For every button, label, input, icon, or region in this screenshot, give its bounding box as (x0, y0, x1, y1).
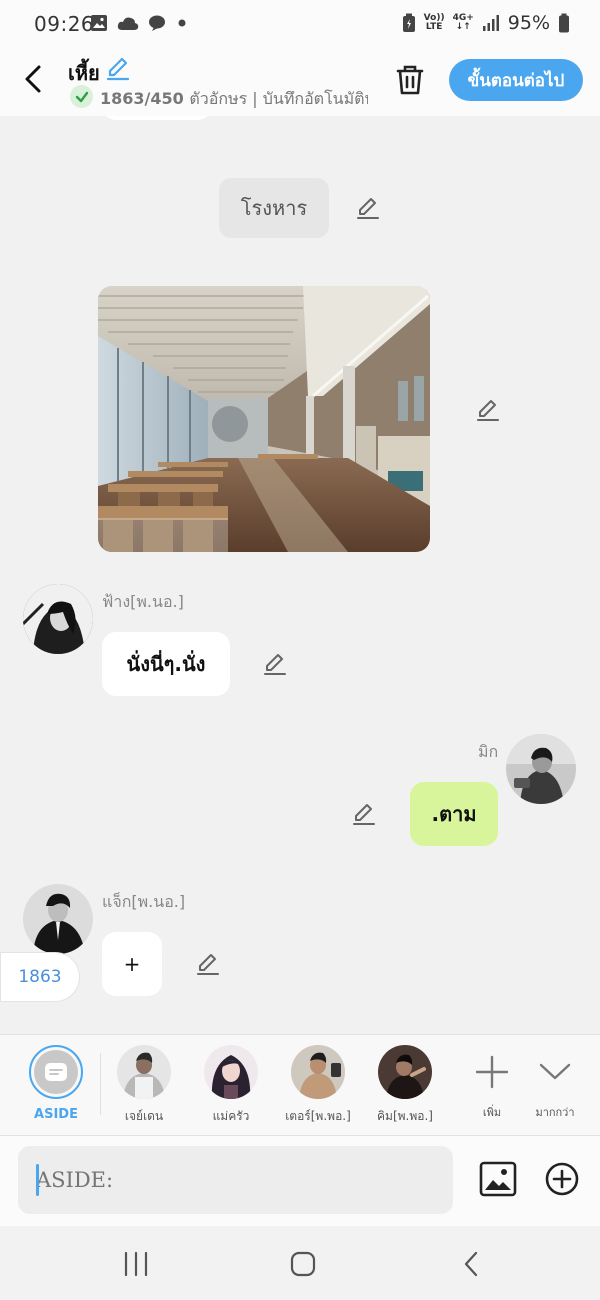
edit-pencil-icon[interactable] (354, 194, 382, 222)
cloud-icon (117, 17, 139, 30)
dot-icon (178, 19, 186, 27)
trash-icon[interactable] (392, 62, 428, 98)
more-button[interactable]: มากกว่า (515, 1045, 595, 1121)
character-count: 1863/450 ตัวอักษร | บันทึกอัตโนมัติหล (100, 87, 368, 112)
input-bar (0, 1136, 600, 1226)
character-selector: ASIDE เจย์เดน แม่ครัว เตอร์[พ.พอ.] คิม[พ… (0, 1034, 600, 1136)
count-pill[interactable]: 1863 (0, 952, 80, 1002)
sender-name: แจ็ก[พ.นอ.] (102, 892, 186, 911)
next-step-button[interactable]: ขั้นตอนต่อไป (449, 59, 583, 101)
sender-name: ฟ้าง[พ.นอ.] (102, 592, 184, 611)
autosave-status: ตัวอักษร | บันทึกอัตโนมัติหล (189, 89, 368, 108)
battery-saver-icon (402, 13, 415, 32)
edit-pencil-icon[interactable] (474, 396, 502, 424)
chevron-down-icon (539, 1063, 571, 1080)
chat-header: เหี้ย 1863/450 ตัวอักษร | บันทึกอัตโนมัต… (0, 48, 600, 116)
back-arrow-icon[interactable] (18, 62, 52, 96)
cafeteria-image (98, 286, 430, 552)
recent-apps-icon[interactable] (122, 1251, 150, 1277)
status-bar: 09:26 Vo)) LTE 4G+ ↓↑ 95% (0, 0, 600, 48)
character-item[interactable]: เจย์เดน (104, 1045, 184, 1126)
battery-percent: 95% (507, 12, 550, 34)
message-bubble[interactable]: .ตาม (410, 782, 498, 846)
plus-icon (475, 1055, 509, 1089)
status-time: 09:26 (34, 12, 95, 36)
signal-icon (482, 15, 499, 31)
character-count-value: 1863/450 (100, 89, 184, 108)
edit-pencil-icon[interactable] (194, 950, 222, 978)
character-item[interactable]: เตอร์[พ.พอ.] (278, 1045, 358, 1126)
aside-label: ASIDE (34, 1107, 78, 1122)
add-circle-icon[interactable] (544, 1161, 580, 1197)
character-name: เตอร์[พ.พอ.] (285, 1109, 351, 1123)
character-name: แม่ครัว (212, 1109, 250, 1123)
chat-area[interactable]: โรงหาร ฟ้าง[พ.นอ.] นั่งนี่ๆ.นั่ง มิก .ตา… (0, 116, 600, 1034)
message-bubble[interactable]: นั่งนี่ๆ.นั่ง (102, 632, 230, 696)
add-label: เพิ่ม (482, 1106, 502, 1119)
aside-avatar (29, 1045, 83, 1099)
character-name: เจย์เดน (124, 1109, 164, 1123)
divider (100, 1053, 101, 1115)
saved-check-icon (70, 85, 93, 108)
volte-indicator: Vo)) LTE (424, 14, 445, 32)
chat-bubbles-icon (149, 15, 165, 31)
message-bubble[interactable]: + (102, 932, 162, 996)
sender-name: มิก (478, 742, 499, 761)
system-nav-bar (0, 1226, 600, 1300)
text-caret (36, 1164, 39, 1196)
avatar[interactable] (506, 734, 576, 804)
previous-message-bubble[interactable] (102, 116, 212, 120)
avatar[interactable] (23, 584, 93, 654)
character-avatar (117, 1045, 171, 1099)
character-name: คิม[พ.พอ.] (377, 1109, 433, 1123)
cafeteria-photo[interactable] (98, 286, 430, 552)
character-aside[interactable]: ASIDE (16, 1045, 96, 1122)
scene-label[interactable]: โรงหาร (219, 178, 329, 238)
avatar[interactable] (23, 884, 93, 954)
character-item[interactable]: คิม[พ.พอ.] (365, 1045, 445, 1126)
chat-title[interactable]: เหี้ย (68, 57, 100, 89)
character-avatar (204, 1045, 258, 1099)
volte-bottom: LTE (425, 22, 443, 32)
character-avatar (378, 1045, 432, 1099)
system-icons: Vo)) LTE 4G+ ↓↑ 95% (402, 12, 570, 34)
network-type: 4G+ ↓↑ (452, 13, 474, 32)
more-label: มากกว่า (535, 1106, 575, 1119)
aside-input[interactable] (18, 1146, 453, 1214)
home-icon[interactable] (289, 1250, 317, 1278)
message-lines-icon (45, 1063, 67, 1081)
edit-pencil-icon[interactable] (350, 800, 378, 828)
back-nav-icon[interactable] (460, 1250, 484, 1278)
character-item[interactable]: แม่ครัว (191, 1045, 271, 1126)
notification-icons (90, 14, 187, 32)
edit-title-icon[interactable] (104, 54, 132, 82)
gallery-icon (91, 15, 107, 31)
image-icon[interactable] (479, 1160, 517, 1198)
edit-pencil-icon[interactable] (261, 650, 289, 678)
character-avatar (291, 1045, 345, 1099)
battery-icon (559, 13, 569, 33)
